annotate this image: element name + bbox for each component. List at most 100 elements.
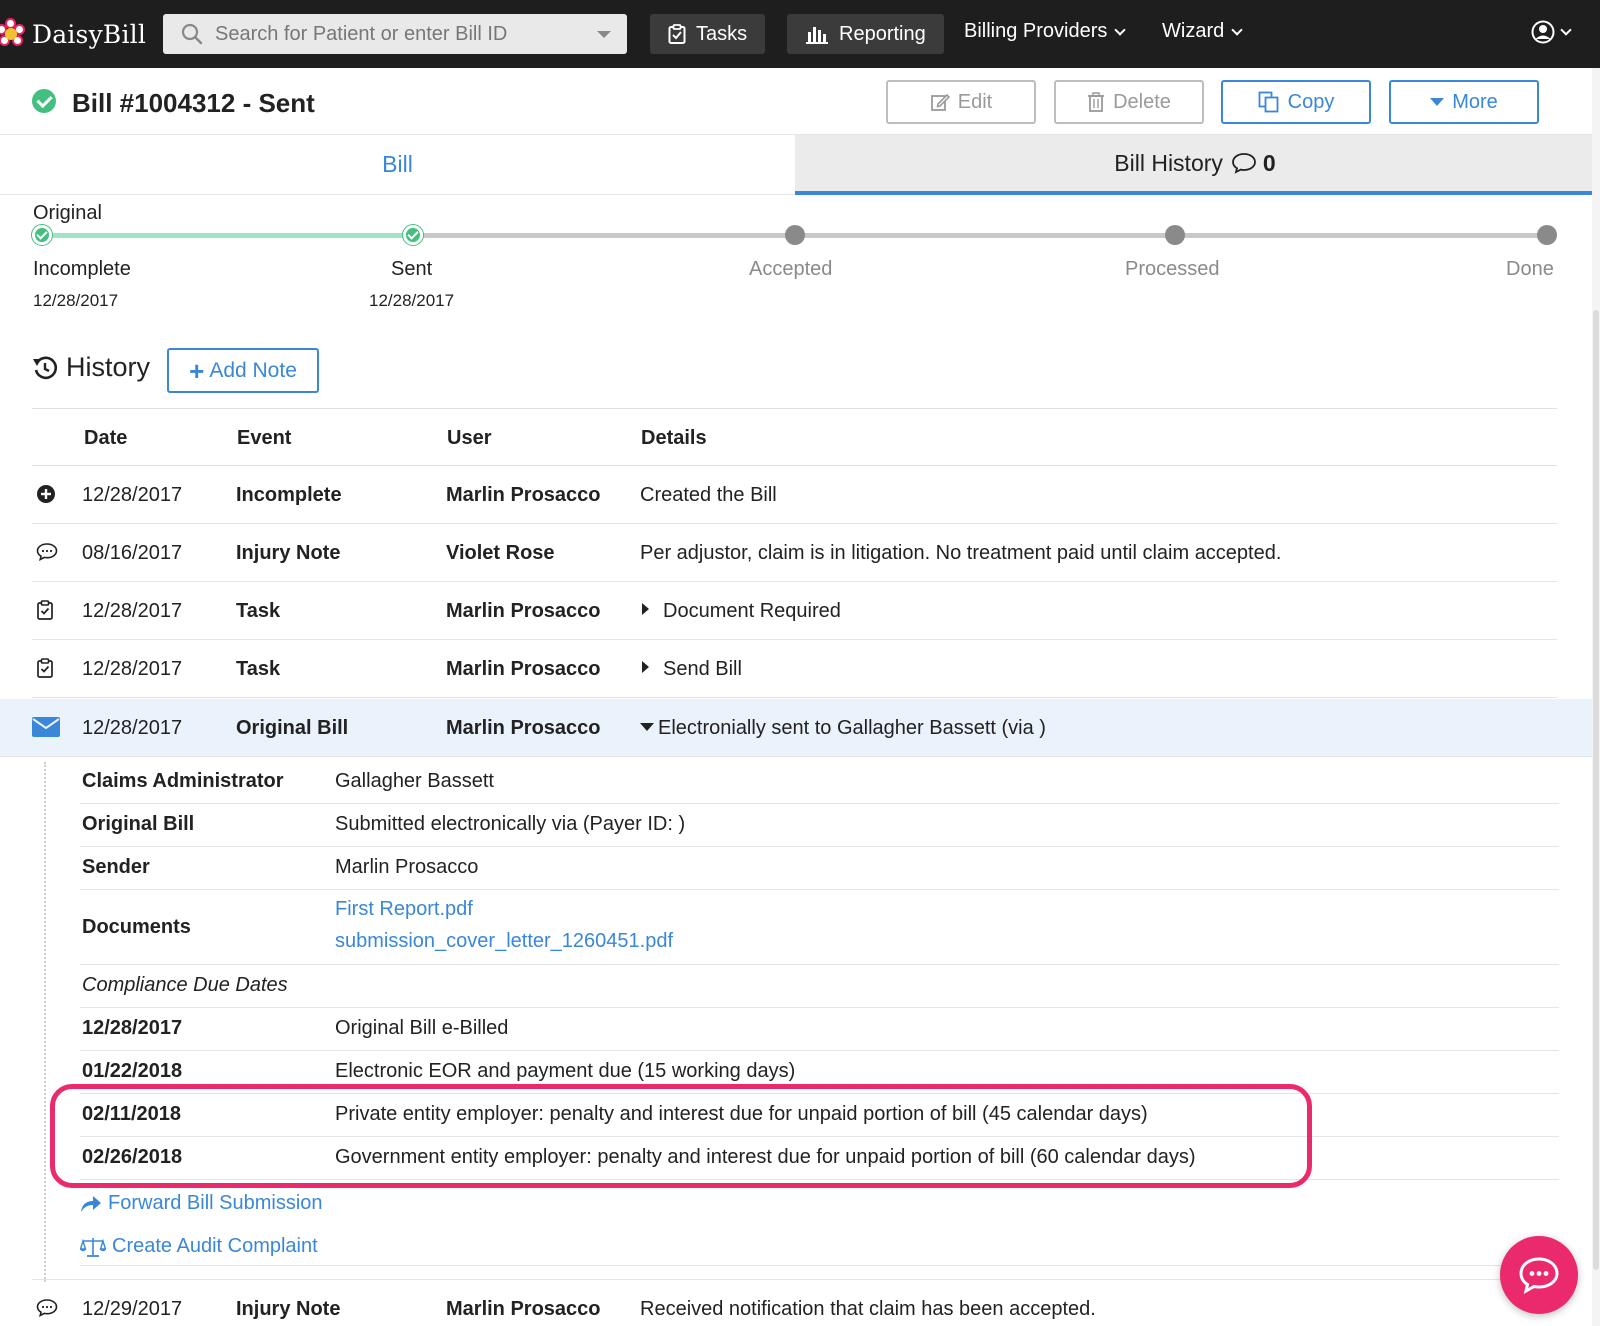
detail-value: Submitted electronically via (Payer ID: … <box>335 813 686 835</box>
detail-row: Compliance Due Dates <box>80 965 1559 1008</box>
compliance-row: 02/26/2018 Government entity employer: p… <box>80 1137 1559 1180</box>
compliance-date: 02/26/2018 <box>82 1146 183 1168</box>
caret-right-icon <box>642 661 649 673</box>
row-details[interactable]: Document Required <box>642 600 841 623</box>
step-label: Incomplete <box>33 258 131 280</box>
wizard-menu[interactable]: Wizard <box>1162 20 1243 43</box>
tab-history-label: Bill History <box>1114 149 1223 176</box>
row-event: Task <box>236 658 281 680</box>
detail-value: Gallagher Bassett <box>335 770 494 792</box>
row-details: Per adjustor, claim is in litigation. No… <box>640 542 1282 564</box>
tasks-button[interactable]: Tasks <box>650 14 766 54</box>
detail-label: Documents <box>82 916 191 938</box>
compliance-date: 02/11/2018 <box>82 1103 181 1125</box>
row-date: 12/28/2017 <box>82 658 183 680</box>
plus-icon: + <box>189 355 205 386</box>
copy-button[interactable]: Copy <box>1221 80 1371 124</box>
table-row[interactable]: 08/16/2017 Injury Note Violet Rose Per a… <box>32 524 1557 582</box>
step-incomplete-node <box>32 225 52 245</box>
progress-track-pending <box>414 233 1547 238</box>
step-label: Accepted <box>749 258 833 280</box>
share-arrow-icon <box>81 1195 101 1212</box>
row-event: Injury Note <box>236 1298 341 1320</box>
chat-support-button[interactable] <box>1500 1236 1578 1314</box>
compliance-row: 02/11/2018 Private entity employer: pena… <box>80 1094 1559 1137</box>
row-details-text: Send Bill <box>663 658 742 680</box>
page-scrollbar-thumb[interactable] <box>1593 310 1599 1270</box>
compliance-text: Electronic EOR and payment due (15 worki… <box>335 1060 796 1082</box>
user-menu[interactable] <box>1531 20 1572 44</box>
table-row[interactable]: 12/29/2017 Injury Note Marlin Prosacco R… <box>32 1279 1557 1326</box>
user-avatar-icon <box>1531 20 1555 44</box>
reporting-label: Reporting <box>839 22 926 45</box>
copy-label: Copy <box>1287 90 1335 113</box>
history-count: 0 <box>1262 149 1276 176</box>
compliance-row: 01/22/2018 Electronic EOR and payment du… <box>80 1051 1559 1094</box>
search-input[interactable] <box>215 22 585 46</box>
chevron-down-icon <box>1231 23 1243 36</box>
table-row[interactable]: 12/28/2017 Incomplete Marlin Prosacco Cr… <box>32 466 1557 524</box>
row-details-text: Document Required <box>663 600 841 622</box>
bill-progress-tracker: Original Incomplete Sent Accepted Proces… <box>0 195 1600 325</box>
compliance-row: 12/28/2017 Original Bill e-Billed <box>80 1008 1559 1051</box>
table-row[interactable]: 12/28/2017 Task Marlin Prosacco Document… <box>32 582 1557 640</box>
daisybill-logo[interactable]: DaisyBill <box>0 14 146 54</box>
table-row-expanded[interactable]: 12/28/2017 Original Bill Marlin Prosacco… <box>0 699 1600 757</box>
copy-icon <box>1258 91 1279 113</box>
tab-bill[interactable]: Bill <box>0 135 795 195</box>
row-user: Marlin Prosacco <box>446 484 601 506</box>
caret-down-icon <box>1430 98 1445 106</box>
step-processed-node <box>1165 225 1185 245</box>
tab-bill-history[interactable]: Bill History 0 <box>795 135 1595 195</box>
edit-label: Edit <box>957 90 993 113</box>
detail-row: Original Bill Submitted electronically v… <box>80 804 1559 847</box>
reporting-button[interactable]: Reporting <box>787 14 944 54</box>
step-sent-node <box>403 225 423 245</box>
daisy-flower-icon <box>0 18 26 49</box>
step-label: Sent <box>391 258 433 280</box>
compliance-date: 01/22/2018 <box>82 1060 183 1082</box>
row-details[interactable]: Send Bill <box>642 658 742 681</box>
table-row[interactable]: 12/28/2017 Task Marlin Prosacco Send Bil… <box>32 640 1557 698</box>
billing-providers-menu[interactable]: Billing Providers <box>964 20 1127 43</box>
compliance-text: Private entity employer: penalty and int… <box>335 1103 1148 1125</box>
row-details: Created the Bill <box>640 484 777 506</box>
row-event: Incomplete <box>236 484 342 506</box>
billing-providers-label: Billing Providers <box>964 20 1108 42</box>
add-note-button[interactable]: + Add Note <box>167 348 319 393</box>
clipboard-check-icon <box>668 24 686 44</box>
document-link[interactable]: submission_cover_letter_1260451.pdf <box>335 930 673 953</box>
row-event: Task <box>236 600 281 622</box>
column-header: User <box>447 427 492 449</box>
bill-title: Bill #1004312 - Sent <box>72 88 315 118</box>
sent-status-check-icon <box>32 89 56 113</box>
detail-label: Original Bill <box>82 813 195 835</box>
row-date: 12/28/2017 <box>82 717 183 739</box>
chevron-down-icon <box>1114 23 1127 36</box>
brand-name: DaisyBill <box>32 19 147 49</box>
create-audit-complaint-link[interactable]: Create Audit Complaint <box>80 1235 318 1258</box>
delete-button[interactable]: Delete <box>1054 80 1204 124</box>
row-details[interactable]: Electronially sent to Gallagher Bassett … <box>640 717 1046 740</box>
detail-value: Marlin Prosacco <box>335 856 479 878</box>
more-button[interactable]: More <box>1389 80 1539 124</box>
history-title: History <box>66 352 151 382</box>
row-user: Violet Rose <box>446 542 555 564</box>
compliance-date: 12/28/2017 <box>82 1017 183 1039</box>
row-date: 12/28/2017 <box>82 600 183 622</box>
search-dropdown-caret-icon[interactable] <box>597 31 611 38</box>
row-user: Marlin Prosacco <box>446 717 601 739</box>
envelope-icon <box>32 716 60 743</box>
detail-row: Claims Administrator Gallagher Bassett <box>80 762 1559 804</box>
step-label: Done <box>1506 258 1554 280</box>
row-user: Marlin Prosacco <box>446 1298 601 1320</box>
compliance-text: Original Bill e-Billed <box>335 1017 509 1039</box>
chat-bubble-icon <box>1519 1257 1559 1294</box>
edit-button[interactable]: Edit <box>886 80 1036 124</box>
table-header: Date Event User Details <box>32 408 1557 466</box>
forward-bill-submission-link[interactable]: Forward Bill Submission <box>80 1192 323 1215</box>
step-date: 12/28/2017 <box>33 291 119 310</box>
column-header: Event <box>237 427 292 449</box>
document-link[interactable]: First Report.pdf <box>335 898 473 921</box>
step-label: Processed <box>1125 258 1220 280</box>
